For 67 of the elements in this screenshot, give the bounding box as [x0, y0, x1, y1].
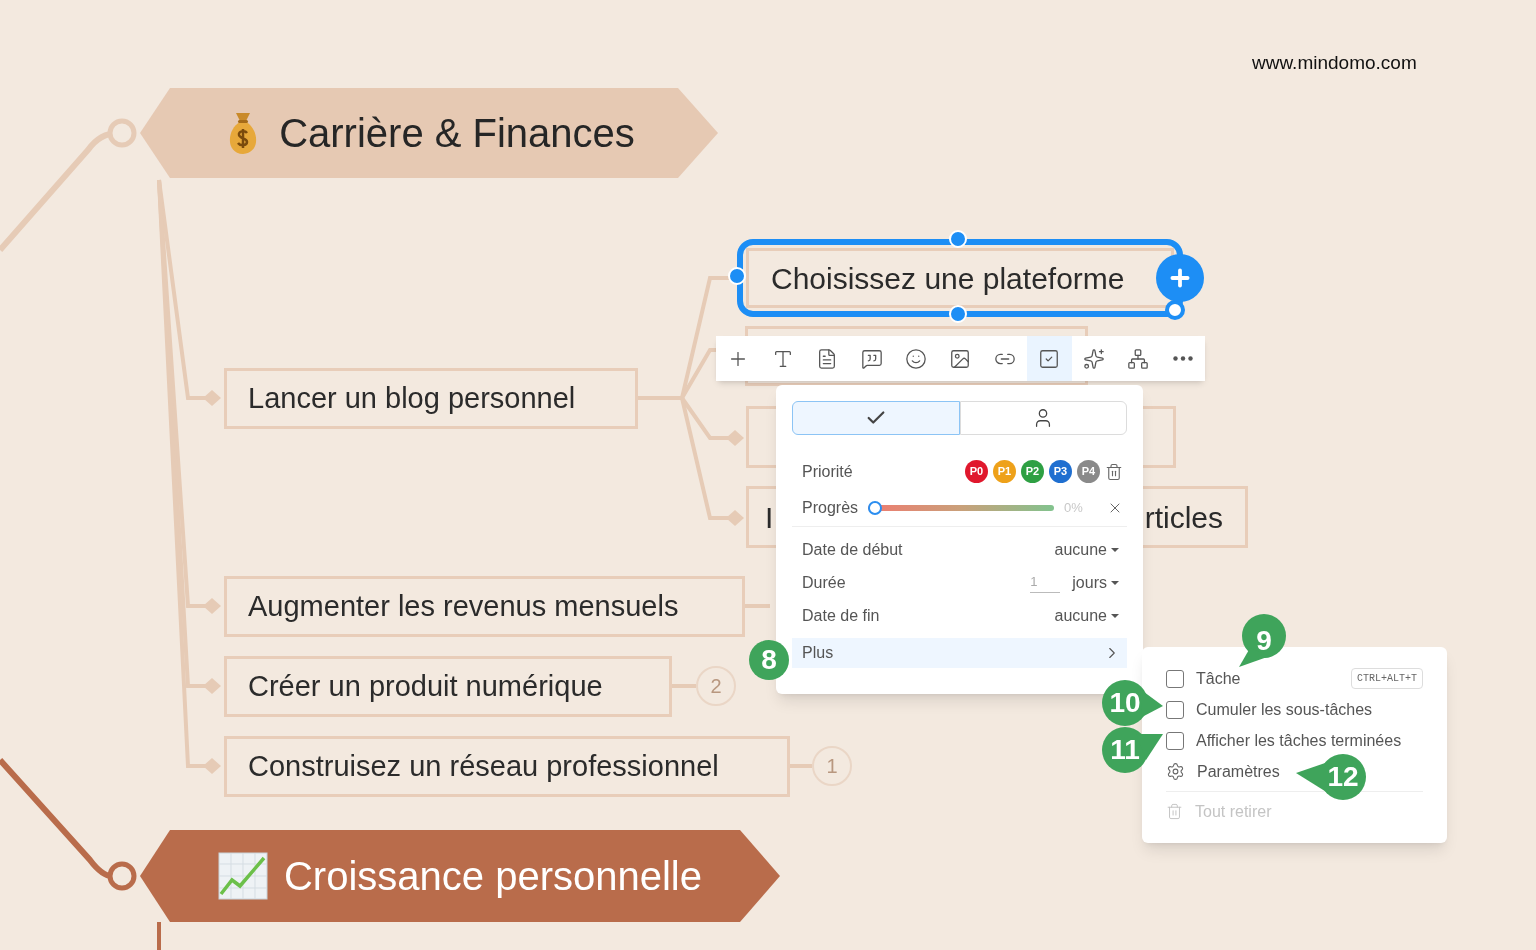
menu-item[interactable]: Paramètres [1166, 756, 1280, 787]
more-row[interactable]: Plus [792, 638, 1127, 668]
diamond-marker [203, 678, 221, 694]
checkbox-icon [1038, 347, 1061, 370]
checkbox[interactable] [1166, 669, 1184, 688]
field-label: Date de début [802, 539, 903, 560]
menu-item[interactable]: Cumuler les sous-tâches [1166, 694, 1373, 725]
toolbar-button[interactable] [1027, 336, 1072, 381]
menu-item-label: Tâche [1196, 668, 1241, 689]
shortcut-key: CTRL+ALT+T [1351, 668, 1423, 689]
priority-chip[interactable]: P0 [965, 460, 988, 483]
main-topic[interactable]: Croissance personnelle [140, 830, 780, 922]
toolbar-button[interactable] [716, 336, 761, 381]
site-label: www.mindomo.com [1252, 51, 1417, 75]
image-icon [949, 347, 972, 370]
settings-icon [1166, 762, 1185, 781]
field-label: Date de fin [802, 605, 880, 626]
count-badge: 1 [812, 746, 852, 786]
menu-item-label: Tout retirer [1195, 801, 1272, 822]
duration-input[interactable]: 1 [1030, 572, 1061, 593]
subtopic-node[interactable]: Construisez un réseau professionnel [224, 736, 790, 797]
menu-item-label: Afficher les tâches terminées [1196, 730, 1402, 751]
date-dropdown[interactable]: aucune [1054, 537, 1119, 562]
menu-item-label: Paramètres [1197, 761, 1280, 782]
priority-chip[interactable]: P3 [1049, 460, 1072, 483]
progress-label: Progrès [802, 498, 859, 518]
connector-line [672, 684, 696, 688]
resize-handle[interactable] [1165, 300, 1185, 320]
diamond-marker [203, 758, 221, 774]
toolbar-button[interactable] [1071, 336, 1117, 381]
trash-icon[interactable] [1105, 462, 1123, 481]
date-dropdown[interactable]: aucune [1054, 603, 1119, 628]
more-icon [1172, 356, 1193, 361]
add-child-button[interactable] [1156, 254, 1204, 302]
node-label-fragment: rticles [1144, 499, 1223, 536]
priority-label: Priorité [802, 461, 853, 482]
field-label: Durée [802, 572, 846, 593]
connector-line [790, 764, 812, 768]
diamond-marker [726, 430, 744, 446]
connector-line [157, 922, 161, 950]
callout-marker: 8 [748, 639, 790, 681]
checkbox[interactable] [1166, 700, 1184, 719]
node-label-fragment: I [765, 499, 774, 536]
menu-item-label: Cumuler les sous-tâches [1196, 699, 1373, 720]
toolbar-button[interactable] [982, 336, 1028, 381]
node-label: Choisissez une plateforme [771, 260, 1125, 297]
subtopic-node[interactable]: Lancer un blog personnel [224, 368, 638, 429]
main-topic[interactable]: Carrière & Finances [140, 88, 718, 178]
diamond-marker [203, 598, 221, 614]
subtopic-node[interactable]: Créer un produit numérique [224, 656, 672, 717]
sparkles-icon [1082, 347, 1105, 370]
smiley-icon [905, 347, 928, 370]
structure-icon [1127, 347, 1150, 370]
checkbox[interactable] [1166, 731, 1184, 750]
line-chart-icon [218, 852, 268, 900]
menu-item[interactable]: Afficher les tâches terminées [1166, 725, 1402, 756]
unit-dropdown[interactable]: jours [1072, 570, 1119, 595]
diamond-marker [203, 390, 221, 406]
count-badge: 2 [696, 666, 736, 706]
connector-ring[interactable] [107, 861, 137, 891]
diamond-marker [726, 510, 744, 526]
toolbar-button[interactable] [1160, 336, 1205, 381]
progress-slider[interactable] [868, 501, 1055, 515]
connector-line [745, 604, 770, 608]
subtopic-node[interactable]: Augmenter les revenus mensuels [224, 576, 745, 637]
speech-bubble-icon [860, 347, 883, 370]
trash-icon [1166, 803, 1183, 820]
